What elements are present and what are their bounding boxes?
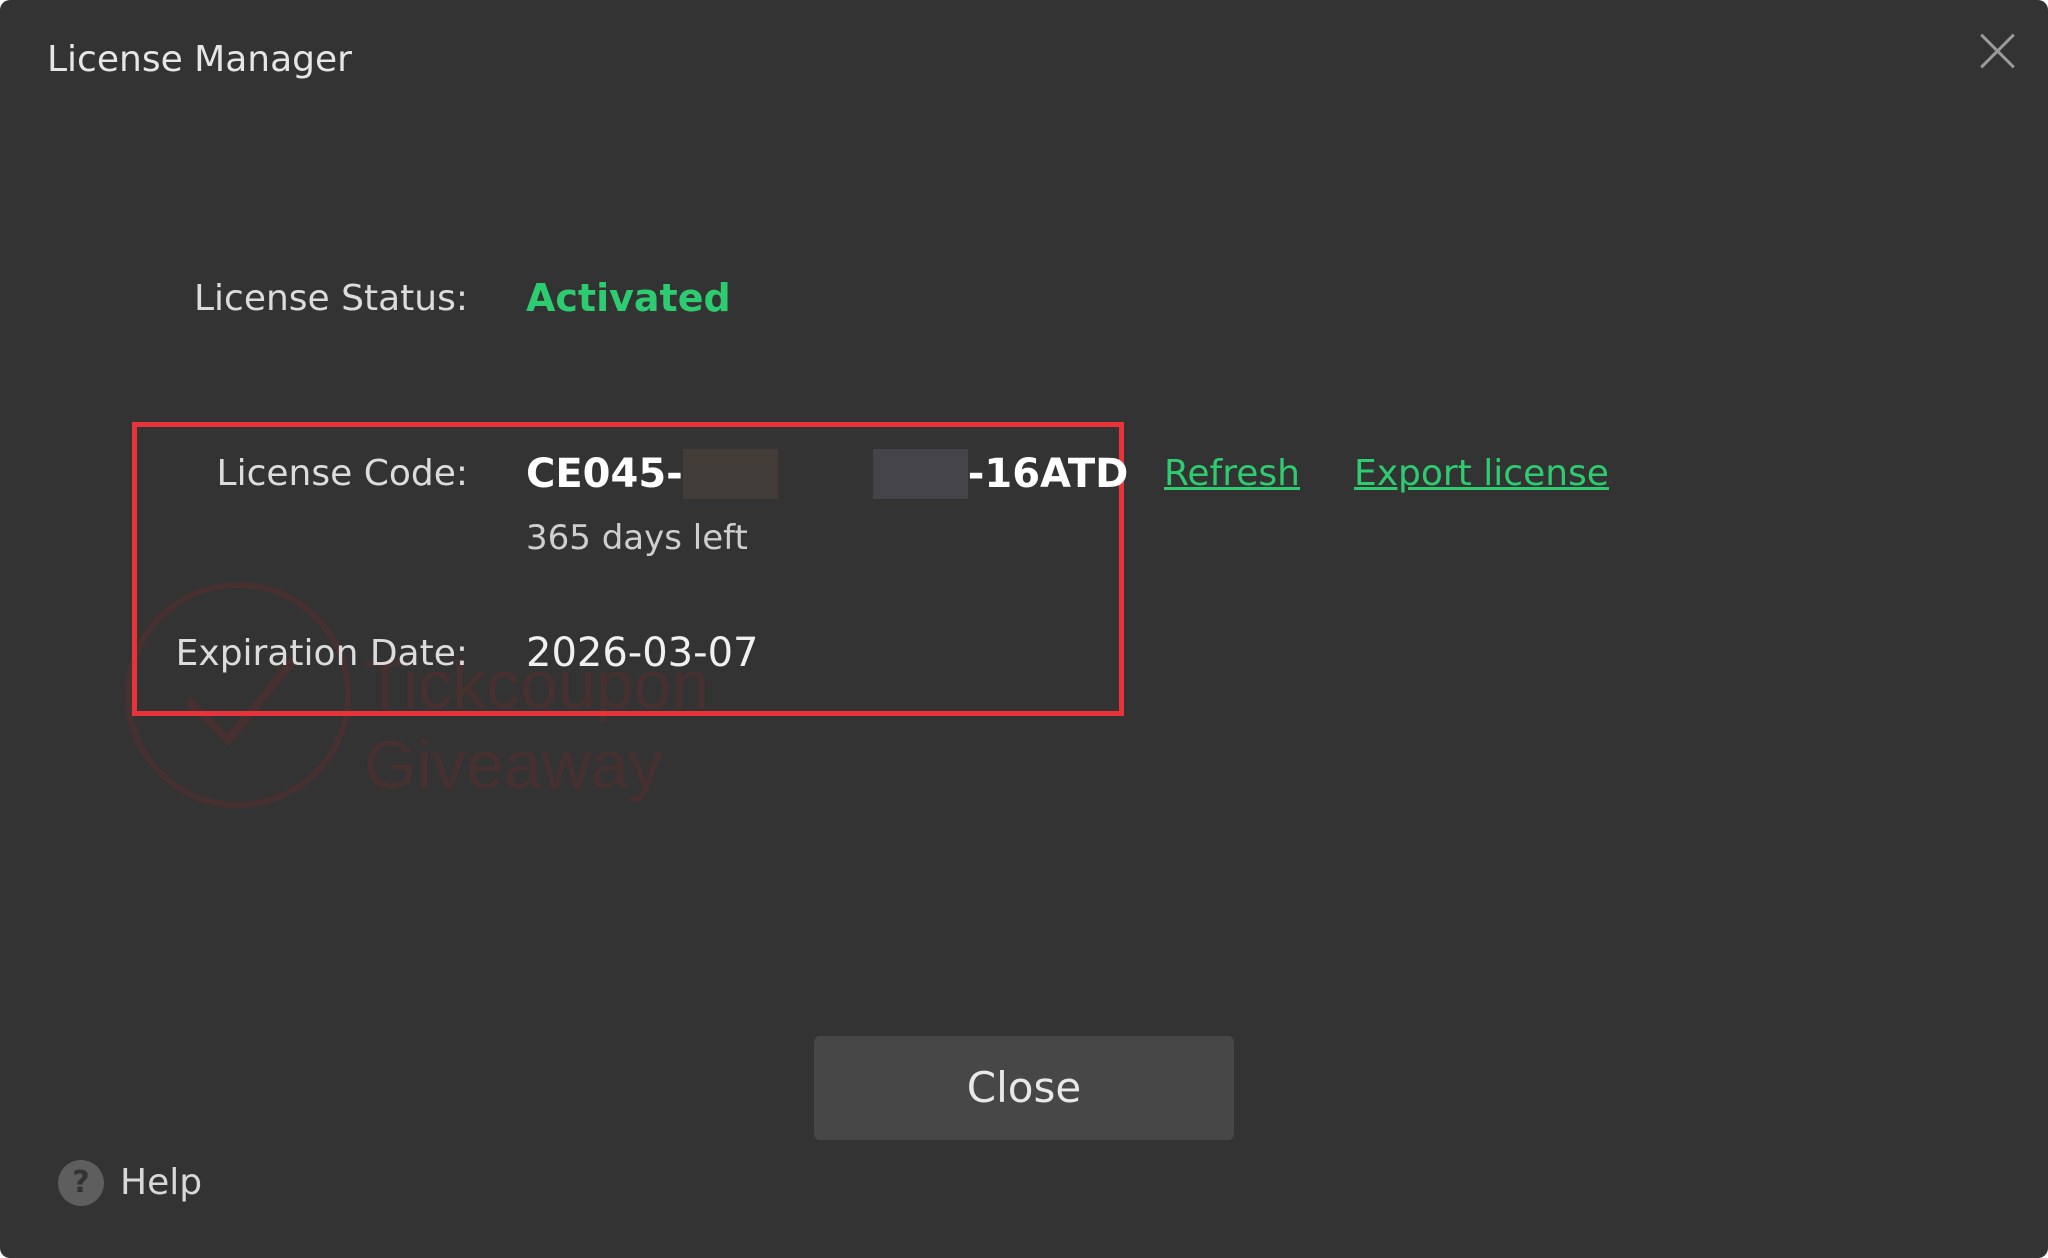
license-status-label: License Status: [193,278,468,319]
refresh-link[interactable]: Refresh [1164,450,1300,498]
watermark-line-2: Giveaway [364,727,663,803]
expiration-date-label: Expiration Date: [175,633,468,674]
help-button[interactable]: ? Help [58,1158,202,1208]
expiration-date-value: 2026-03-07 [526,630,759,676]
help-icon[interactable]: ? [58,1160,104,1206]
license-code-value: CE045- -16ATD [526,446,1128,502]
redaction-block [872,449,968,499]
dialog-title: License Manager [47,39,352,80]
help-label[interactable]: Help [120,1159,202,1207]
days-left-text: 365 days left [526,518,748,558]
license-status-value: Activated [526,276,731,320]
redaction-gap [778,449,873,499]
redaction-block [682,449,778,499]
export-license-link[interactable]: Export license [1354,450,1609,498]
license-code-label: License Code: [216,453,468,494]
close-icon[interactable] [1975,28,2021,74]
license-manager-dialog: License Manager Tickcoupon Giveaway Lice… [0,0,2048,1258]
license-code-suffix: -16ATD [967,451,1129,497]
license-code-prefix: CE045- [526,451,683,497]
close-button[interactable]: Close [814,1036,1234,1140]
